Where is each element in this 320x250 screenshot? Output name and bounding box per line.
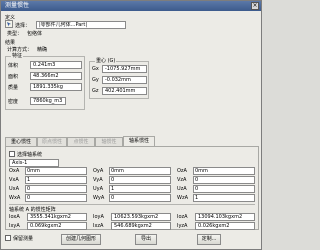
calc-method-value: 精确 — [37, 47, 48, 53]
cog-title: 重心 (G) — [95, 57, 117, 64]
select-axis-label: 选择轴系统 — [17, 152, 43, 158]
tab-axis-inertia[interactable]: 轴惯性 — [95, 137, 123, 146]
matrix-label: IoyA — [93, 214, 104, 220]
axis-value-field[interactable]: 0mm — [93, 168, 173, 176]
volume-field[interactable]: 0.241m3 — [30, 61, 82, 69]
gz-label: Gz — [92, 88, 99, 94]
keep-measure-label: 保留测量 — [13, 236, 34, 242]
gx-label: Gx — [92, 66, 99, 72]
title-bar: 测量惯性 × — [1, 1, 261, 11]
axis-value-field[interactable]: 0 — [177, 177, 257, 185]
matrix-value-field[interactable]: 546.689kgxm2 — [111, 222, 171, 230]
gy-label: Gy — [92, 77, 99, 83]
selection-icon — [5, 20, 13, 28]
mass-label: 质量 — [8, 85, 19, 91]
create-geometry-button[interactable]: 创建几何图形 — [61, 234, 101, 245]
matrix-title: 轴系统 A 的惯性矩阵 — [9, 207, 56, 213]
gx-field[interactable]: -1075.927mm — [102, 65, 147, 73]
matrix-separator — [9, 204, 255, 205]
density-label: 密度 — [8, 99, 19, 105]
axis-system-field[interactable]: Axis-1 — [9, 159, 59, 167]
matrix-label: IxyA — [9, 223, 20, 229]
axis-value-field[interactable]: 0mm — [177, 168, 257, 176]
close-button[interactable]: × — [251, 2, 259, 10]
tab-point-inertia[interactable]: 点惯性 — [67, 137, 95, 146]
measure-inertia-dialog: 测量惯性 × 定义 选择： |零部件几何体...Part| 类型： 包络体 结果… — [0, 0, 262, 250]
axis-value-field[interactable]: 0 — [9, 195, 89, 203]
matrix-value-field[interactable]: 3555.341kgxm2 — [27, 213, 87, 221]
window-title: 测量惯性 — [5, 2, 30, 9]
type-label: 类型： — [7, 31, 23, 37]
axis-value-field[interactable]: 0 — [93, 177, 173, 185]
features-title: 特征 — [11, 52, 24, 59]
selection-field[interactable]: |零部件几何体...Part| — [36, 21, 126, 29]
axis-value-field[interactable]: 0 — [93, 195, 173, 203]
select-axis-checkbox[interactable] — [9, 151, 15, 157]
axis-value-field[interactable]: 0 — [9, 186, 89, 194]
result-section-label: 结果 — [5, 40, 16, 46]
matrix-value-field[interactable]: 13094.103kgxm2 — [195, 213, 255, 221]
matrix-value-field[interactable]: 0.069kgxm2 — [27, 222, 87, 230]
type-value: 包络体 — [27, 31, 43, 37]
tab-origin-inertia[interactable]: 原点惯性 — [37, 137, 67, 146]
area-label: 面积 — [8, 74, 19, 80]
gy-field[interactable]: -0.032mm — [102, 76, 147, 84]
axis-value-field[interactable]: 0mm — [9, 168, 89, 176]
tab-cog-inertia[interactable]: 重心惯性 — [5, 137, 37, 146]
matrix-value-field[interactable]: 10623.593kgxm2 — [111, 213, 171, 221]
matrix-label: IoxA — [9, 214, 20, 220]
gz-field[interactable]: 402.401mm — [102, 87, 147, 95]
select-label: 选择： — [15, 23, 31, 29]
axis-value-field[interactable]: 1 — [9, 177, 89, 185]
volume-label: 体积 — [8, 63, 19, 69]
tab-axis-system-inertia[interactable]: 轴系惯性 — [123, 136, 155, 146]
density-field[interactable]: 7860kg_m3 — [30, 97, 66, 105]
axis-value-field[interactable]: 1 — [93, 186, 173, 194]
matrix-label: IxzA — [93, 223, 104, 229]
axis-value-field[interactable]: 0 — [177, 186, 257, 194]
matrix-value-field[interactable]: 0.026kgxm2 — [195, 222, 255, 230]
area-field[interactable]: 48.366m2 — [30, 72, 82, 80]
matrix-label: IyzA — [177, 223, 188, 229]
matrix-label: IozA — [177, 214, 188, 220]
export-button[interactable]: 导出 — [135, 234, 157, 245]
mass-field[interactable]: 1891.335kg — [30, 83, 82, 91]
keep-measure-checkbox[interactable] — [5, 235, 11, 241]
axis-value-field[interactable]: 1 — [177, 195, 257, 203]
